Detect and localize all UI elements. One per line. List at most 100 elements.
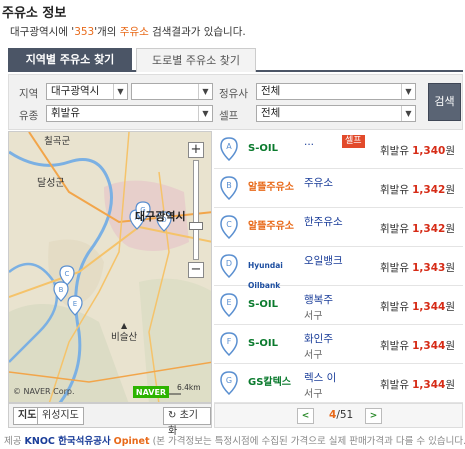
map-pin-icon: C bbox=[220, 215, 238, 239]
source-note: 제공 KNOC 한국석유공사 Opinet (본 가격정보는 특정시점에 수집된… bbox=[4, 436, 465, 447]
fuel-price: 1,340원 bbox=[412, 145, 455, 157]
map-pin-icon: E bbox=[220, 293, 238, 317]
search-button[interactable]: 검색 bbox=[428, 83, 461, 121]
self-select[interactable]: 전체 ▼ bbox=[256, 105, 416, 122]
map-pin-icon: G bbox=[220, 371, 238, 395]
station-name[interactable]: 한주유소 bbox=[304, 214, 343, 229]
station-address: 서구 bbox=[304, 350, 323, 361]
tab-road-search[interactable]: 도로별 주유소 찾기 bbox=[136, 48, 256, 72]
fuel-type: 휘발유 bbox=[380, 379, 409, 391]
station-name[interactable]: 주유소 bbox=[304, 175, 333, 190]
fuel-price: 1,344원 bbox=[412, 301, 455, 313]
svg-text:B: B bbox=[226, 181, 232, 190]
fuel-select[interactable]: 휘발유 ▼ bbox=[46, 105, 213, 122]
search-tabs: 지역별 주유소 찾기 도로별 주유소 찾기 bbox=[8, 48, 463, 72]
opinet-logo: Opinet bbox=[113, 436, 150, 447]
chevron-down-icon: ▼ bbox=[198, 84, 212, 99]
brand-label: 정유사 bbox=[219, 88, 248, 100]
station-address: 서구 bbox=[304, 311, 323, 322]
fuel-price: 1,344원 bbox=[412, 340, 455, 352]
map-pin-icon: F bbox=[220, 332, 238, 356]
zoom-out-button[interactable]: − bbox=[188, 262, 204, 278]
fuel-price: 1,342원 bbox=[412, 223, 455, 235]
zoom-track[interactable] bbox=[193, 160, 199, 260]
station-name[interactable]: 렉스 이 bbox=[304, 370, 336, 385]
zoom-slider-handle[interactable] bbox=[189, 222, 203, 230]
brand-logo: 알뜰주유소 bbox=[248, 182, 294, 193]
station-name[interactable]: ... bbox=[304, 136, 314, 148]
naver-logo: NAVER bbox=[136, 388, 166, 397]
fuel-type: 휘발유 bbox=[380, 340, 409, 352]
brand-logo: S-OIL bbox=[248, 299, 278, 310]
map-copyright: © NAVER Corp. bbox=[13, 387, 75, 396]
brand-logo: 알뜰주유소 bbox=[248, 221, 294, 232]
fuel-type: 휘발유 bbox=[380, 301, 409, 313]
search-summary: 대구광역시에 '353'개의 주유소 검색결과가 있습니다. bbox=[10, 26, 246, 38]
svg-text:A: A bbox=[226, 142, 232, 151]
map-view[interactable]: A G D C B E 칠곡군 달성군 대구광역시 비슬산 ▲ © NAVER … bbox=[8, 131, 212, 403]
place-label: 대구광역시 bbox=[135, 209, 186, 223]
station-row[interactable]: D Hyundai Oilbank 오일뱅크휘발유 1,343원 bbox=[214, 248, 463, 290]
station-name[interactable]: 화인주 bbox=[304, 331, 333, 346]
result-count: 353 bbox=[74, 26, 95, 38]
region-select[interactable]: 대구광역시 ▼ bbox=[46, 83, 128, 100]
brand-logo: S-OIL bbox=[248, 143, 278, 154]
station-row[interactable]: E S-OIL 행복주서구 휘발유 1,344원 bbox=[214, 287, 463, 325]
reset-button[interactable]: ↻ 초기화 bbox=[163, 407, 211, 437]
svg-text:C: C bbox=[226, 220, 232, 229]
brand-select[interactable]: 전체 ▼ bbox=[256, 83, 416, 100]
svg-text:F: F bbox=[227, 337, 232, 346]
station-name[interactable]: 오일뱅크 bbox=[304, 253, 343, 268]
fuel-price: 1,343원 bbox=[412, 262, 455, 274]
svg-text:E: E bbox=[226, 298, 231, 307]
filter-panel: 지역 대구광역시 ▼ ▼ 정유사 전체 ▼ 유종 휘발유 ▼ 셀프 전체 ▼ 검색 bbox=[8, 74, 463, 130]
place-label: 비슬산 bbox=[111, 332, 137, 343]
refresh-icon: ↻ bbox=[168, 410, 177, 421]
map-pin-icon: B bbox=[220, 176, 238, 200]
brand-logo: Hyundai Oilbank bbox=[248, 261, 283, 290]
map-scale: 6.4km bbox=[177, 383, 201, 392]
chevron-down-icon: ▼ bbox=[401, 106, 415, 121]
tab-region-search[interactable]: 지역별 주유소 찾기 bbox=[8, 48, 132, 72]
brand-logo: GS칼텍스 bbox=[248, 377, 292, 388]
prev-page-button[interactable]: < bbox=[297, 408, 314, 424]
fuel-type: 휘발유 bbox=[380, 145, 409, 157]
district-select[interactable]: ▼ bbox=[131, 83, 213, 100]
svg-text:B: B bbox=[59, 286, 64, 294]
map-pin-icon: A bbox=[220, 137, 238, 161]
station-row[interactable]: F S-OIL 화인주서구 휘발유 1,344원 bbox=[214, 326, 463, 364]
zoom-in-button[interactable]: + bbox=[188, 142, 204, 158]
pagination: < 4/51 > bbox=[214, 403, 463, 428]
svg-text:G: G bbox=[226, 376, 232, 385]
fuel-price: 1,342원 bbox=[412, 184, 455, 196]
zoom-control: + − bbox=[188, 142, 204, 280]
satellite-view-button[interactable]: 위성지도 bbox=[37, 407, 84, 425]
self-badge: 셀프 bbox=[342, 135, 365, 148]
fuel-price: 1,344원 bbox=[412, 379, 455, 391]
map-footer: 지도 위성지도 ↻ 초기화 bbox=[8, 403, 212, 437]
svg-text:▲: ▲ bbox=[121, 321, 128, 330]
chevron-down-icon: ▼ bbox=[198, 106, 212, 121]
region-label: 지역 bbox=[19, 88, 39, 100]
map-pin-icon: D bbox=[220, 254, 238, 278]
self-label: 셀프 bbox=[219, 110, 239, 122]
station-row[interactable]: B 알뜰주유소 주유소휘발유 1,342원 bbox=[214, 170, 463, 208]
chevron-down-icon: ▼ bbox=[113, 84, 127, 99]
station-row[interactable]: G GS칼텍스 렉스 이서구 휘발유 1,344원 bbox=[214, 365, 463, 403]
fuel-type: 휘발유 bbox=[380, 184, 409, 196]
brand-logo: S-OIL bbox=[248, 338, 278, 349]
station-row[interactable]: C 알뜰주유소 한주유소 휘발유 1,342원 bbox=[214, 209, 463, 247]
svg-text:C: C bbox=[65, 270, 70, 278]
station-row[interactable]: A S-OIL... 셀프휘발유 1,340원 bbox=[214, 131, 463, 169]
page-title: 주유소 정보 bbox=[2, 6, 67, 21]
station-name[interactable]: 행복주 bbox=[304, 292, 333, 307]
next-page-button[interactable]: > bbox=[365, 408, 382, 424]
svg-text:E: E bbox=[73, 300, 77, 308]
station-address: 서구 bbox=[304, 389, 323, 400]
fuel-type: 휘발유 bbox=[380, 262, 409, 274]
knoc-logo: KNOC 한국석유공사 bbox=[24, 436, 111, 447]
page-indicator: 4/51 bbox=[329, 409, 354, 421]
map-canvas: A G D C B E 칠곡군 달성군 대구광역시 비슬산 ▲ © NAVER … bbox=[9, 132, 211, 402]
chevron-down-icon: ▼ bbox=[401, 84, 415, 99]
place-label: 칠곡군 bbox=[44, 136, 70, 147]
